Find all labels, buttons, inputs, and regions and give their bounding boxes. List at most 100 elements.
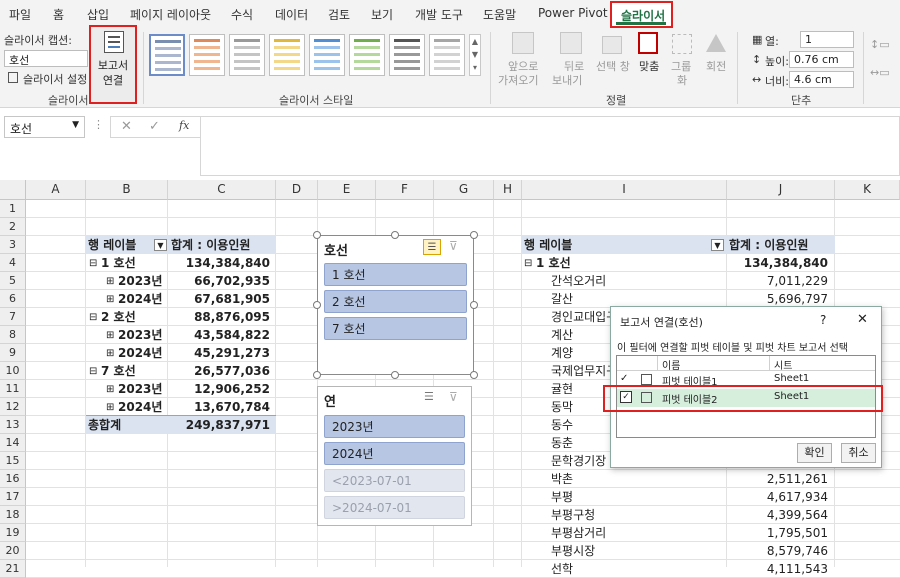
collapse-icon[interactable]: ⊟ bbox=[89, 366, 97, 377]
row-header[interactable]: 12 bbox=[0, 398, 26, 416]
resize-handle[interactable] bbox=[391, 231, 399, 239]
style-swatch-7[interactable] bbox=[389, 34, 425, 76]
tab-developer[interactable]: 개발 도구 bbox=[415, 6, 463, 23]
help-icon[interactable]: ? bbox=[820, 313, 826, 327]
multi-select-icon[interactable]: ☰ bbox=[423, 239, 441, 255]
row-header[interactable]: 4 bbox=[0, 254, 26, 272]
formula-input[interactable] bbox=[200, 116, 900, 176]
row-header[interactable]: 21 bbox=[0, 560, 26, 578]
row-header[interactable]: 13 bbox=[0, 416, 26, 434]
styles-scroll[interactable]: ▲ ▼ ▾ bbox=[469, 34, 481, 76]
slicer-item[interactable]: 1 호선 bbox=[324, 263, 467, 286]
expand-icon[interactable]: ⊞ bbox=[106, 348, 114, 359]
row-header[interactable]: 16 bbox=[0, 470, 26, 488]
style-swatch-5[interactable] bbox=[309, 34, 345, 76]
expand-icon[interactable]: ⊞ bbox=[106, 384, 114, 395]
insert-function-icon[interactable]: fx bbox=[179, 119, 189, 132]
resize-handle[interactable] bbox=[470, 231, 478, 239]
clear-filter-icon[interactable]: ⊽ bbox=[449, 239, 458, 253]
slicer-item[interactable]: <2023-07-01 bbox=[324, 469, 465, 492]
checkbox-checked-icon[interactable]: ✓ bbox=[620, 373, 628, 384]
tab-data[interactable]: 데이터 bbox=[275, 6, 308, 23]
multi-select-icon[interactable]: ☰ bbox=[424, 390, 434, 403]
height-input[interactable]: 0.76 cm bbox=[789, 51, 854, 68]
slicer-item[interactable]: 2 호선 bbox=[324, 290, 467, 313]
tab-insert[interactable]: 삽입 bbox=[87, 6, 109, 23]
report-connection-button[interactable]: 보고서 연결 bbox=[89, 25, 137, 104]
tab-file[interactable]: 파일 bbox=[9, 6, 31, 23]
resize-handle[interactable] bbox=[313, 231, 321, 239]
style-swatch-1[interactable] bbox=[149, 34, 185, 76]
row-header[interactable]: 6 bbox=[0, 290, 26, 308]
style-swatch-4[interactable] bbox=[269, 34, 305, 76]
slicer-item[interactable]: 2024년 bbox=[324, 442, 465, 465]
style-swatch-2[interactable] bbox=[189, 34, 225, 76]
slicer-item[interactable]: 2023년 bbox=[324, 415, 465, 438]
close-icon[interactable]: ✕ bbox=[857, 312, 868, 327]
row-header[interactable]: 1 bbox=[0, 200, 26, 218]
style-swatch-3[interactable] bbox=[229, 34, 265, 76]
tab-review[interactable]: 검토 bbox=[328, 6, 350, 23]
select-all-corner[interactable] bbox=[0, 180, 26, 200]
row-header[interactable]: 20 bbox=[0, 542, 26, 560]
slicer-line[interactable]: 호선 ☰ ⊽ 1 호선 2 호선 7 호선 bbox=[317, 235, 474, 375]
align-label[interactable]: 맞춤 bbox=[639, 58, 659, 74]
row-header[interactable]: 2 bbox=[0, 218, 26, 236]
filter-dropdown-icon[interactable]: ▼ bbox=[711, 239, 724, 251]
resize-handle[interactable] bbox=[313, 301, 321, 309]
column-header[interactable]: D bbox=[276, 180, 318, 200]
cancel-button[interactable]: 취소 bbox=[841, 443, 876, 463]
tab-formulas[interactable]: 수식 bbox=[231, 6, 253, 23]
column-header[interactable]: E bbox=[318, 180, 376, 200]
column-header[interactable]: B bbox=[86, 180, 168, 200]
row-header[interactable]: 7 bbox=[0, 308, 26, 326]
tab-power-pivot[interactable]: Power Pivot bbox=[538, 6, 608, 20]
ok-button[interactable]: 확인 bbox=[797, 443, 832, 463]
row-header[interactable]: 14 bbox=[0, 434, 26, 452]
slicer-item[interactable]: 7 호선 bbox=[324, 317, 467, 340]
row-header[interactable]: 19 bbox=[0, 524, 26, 542]
column-header[interactable]: G bbox=[434, 180, 494, 200]
filter-dropdown-icon[interactable]: ▼ bbox=[154, 239, 167, 251]
resize-handle[interactable] bbox=[391, 371, 399, 379]
chevron-down-icon[interactable]: ▼ bbox=[72, 120, 79, 130]
column-header[interactable]: A bbox=[26, 180, 86, 200]
column-header[interactable]: F bbox=[376, 180, 434, 200]
slicer-item[interactable]: >2024-07-01 bbox=[324, 496, 465, 519]
row-header[interactable]: 9 bbox=[0, 344, 26, 362]
resize-handle[interactable] bbox=[470, 301, 478, 309]
column-header[interactable]: I bbox=[522, 180, 727, 200]
width-input[interactable]: 4.6 cm bbox=[789, 71, 854, 88]
row-header[interactable]: 11 bbox=[0, 380, 26, 398]
row-header[interactable]: 10 bbox=[0, 362, 26, 380]
collapse-icon[interactable]: ⊟ bbox=[524, 258, 532, 269]
column-header[interactable]: K bbox=[835, 180, 900, 200]
row-header[interactable]: 3 bbox=[0, 236, 26, 254]
collapse-icon[interactable]: ⊟ bbox=[89, 258, 97, 269]
cancel-icon[interactable]: ✕ bbox=[121, 119, 132, 134]
expand-icon[interactable]: ⊞ bbox=[106, 330, 114, 341]
expand-icon[interactable]: ⊞ bbox=[106, 294, 114, 305]
column-header[interactable]: J bbox=[727, 180, 835, 200]
enter-icon[interactable]: ✓ bbox=[149, 119, 160, 134]
column-header[interactable]: H bbox=[494, 180, 522, 200]
style-swatch-8[interactable] bbox=[429, 34, 465, 76]
expand-icon[interactable]: ⊞ bbox=[106, 276, 114, 287]
columns-input[interactable]: 1 bbox=[800, 31, 854, 48]
name-box[interactable]: 호선 ▼ bbox=[4, 116, 85, 138]
column-header[interactable]: C bbox=[168, 180, 276, 200]
slicer-year[interactable]: 연 ☰ ⊽ 2023년 2024년 <2023-07-01 >2024-07-0… bbox=[317, 386, 472, 526]
style-swatch-6[interactable] bbox=[349, 34, 385, 76]
row-header[interactable]: 17 bbox=[0, 488, 26, 506]
slicer-caption-input[interactable]: 호선 bbox=[4, 50, 88, 67]
expand-icon[interactable]: ⊞ bbox=[106, 402, 114, 413]
row-header[interactable]: 5 bbox=[0, 272, 26, 290]
tab-view[interactable]: 보기 bbox=[371, 6, 393, 23]
row-header[interactable]: 15 bbox=[0, 452, 26, 470]
row-header[interactable]: 8 bbox=[0, 326, 26, 344]
row-header[interactable]: 18 bbox=[0, 506, 26, 524]
tab-help[interactable]: 도움말 bbox=[483, 6, 516, 23]
tab-page-layout[interactable]: 페이지 레이아웃 bbox=[130, 6, 211, 23]
clear-filter-icon[interactable]: ⊽ bbox=[449, 390, 458, 404]
resize-handle[interactable] bbox=[313, 371, 321, 379]
